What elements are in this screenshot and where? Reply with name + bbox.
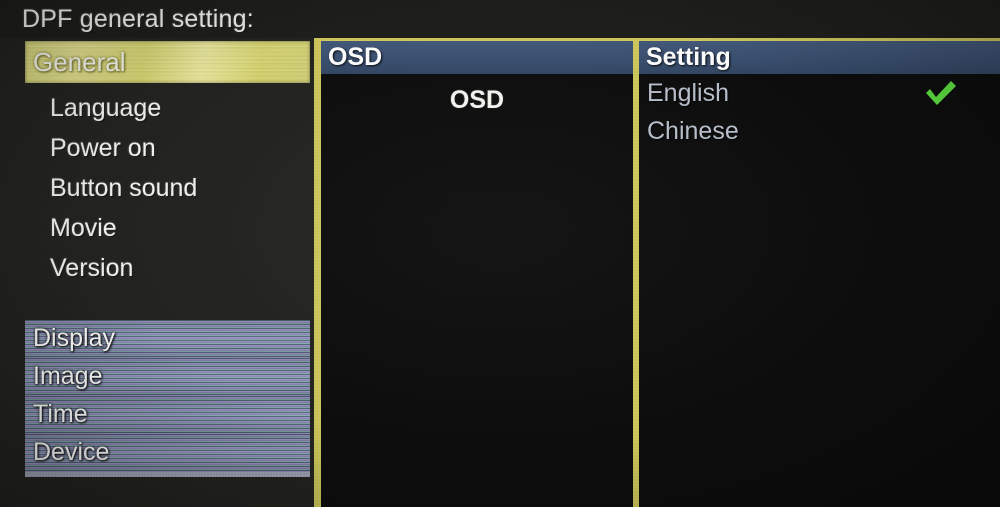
check-icon xyxy=(924,79,958,107)
sidebar-bottom-divider xyxy=(25,472,310,477)
option-label-chinese: Chinese xyxy=(647,117,739,145)
option-row-english[interactable]: English xyxy=(639,74,1000,112)
setting-column-header-label: Setting xyxy=(646,43,731,71)
sidebar-item-language[interactable]: Language xyxy=(50,93,161,123)
page-title: DPF general setting: xyxy=(22,5,254,33)
sidebar-bottom-group: Display Image Time Device xyxy=(25,320,310,477)
sidebar-item-time[interactable]: Time xyxy=(25,396,310,434)
sidebar-item-device[interactable]: Device xyxy=(25,434,310,472)
osd-column-header: OSD xyxy=(321,41,633,74)
sidebar-item-image[interactable]: Image xyxy=(25,358,310,396)
sidebar-item-image-label: Image xyxy=(33,362,103,390)
sidebar-item-general-label: General xyxy=(33,47,126,77)
osd-list-item[interactable]: OSD xyxy=(321,84,633,116)
left-menu-panel: General Language Power on Button sound M… xyxy=(0,38,318,507)
option-row-chinese[interactable]: Chinese xyxy=(639,112,1000,150)
sidebar-item-version[interactable]: Version xyxy=(50,253,133,283)
sidebar-item-movie[interactable]: Movie xyxy=(50,213,117,243)
osd-column-body: OSD xyxy=(321,74,633,507)
sidebar-item-display[interactable]: Display xyxy=(25,320,310,358)
sidebar-item-general[interactable]: General xyxy=(25,41,310,83)
setting-column-panel: Setting English Chinese xyxy=(636,38,1000,507)
dpf-osd-screen: DPF general setting: General Language Po… xyxy=(0,0,1000,507)
option-label-english: English xyxy=(647,79,729,107)
sidebar-item-device-label: Device xyxy=(33,438,110,466)
sidebar-item-button-sound[interactable]: Button sound xyxy=(50,173,197,203)
sidebar-item-display-label: Display xyxy=(33,324,115,352)
sidebar-item-time-label: Time xyxy=(33,400,88,428)
setting-column-body: English Chinese xyxy=(639,74,1000,507)
osd-column-panel: OSD OSD xyxy=(318,38,636,507)
sidebar-item-power-on[interactable]: Power on xyxy=(50,133,156,163)
setting-column-header: Setting xyxy=(639,41,1000,74)
osd-column-header-label: OSD xyxy=(328,43,383,71)
